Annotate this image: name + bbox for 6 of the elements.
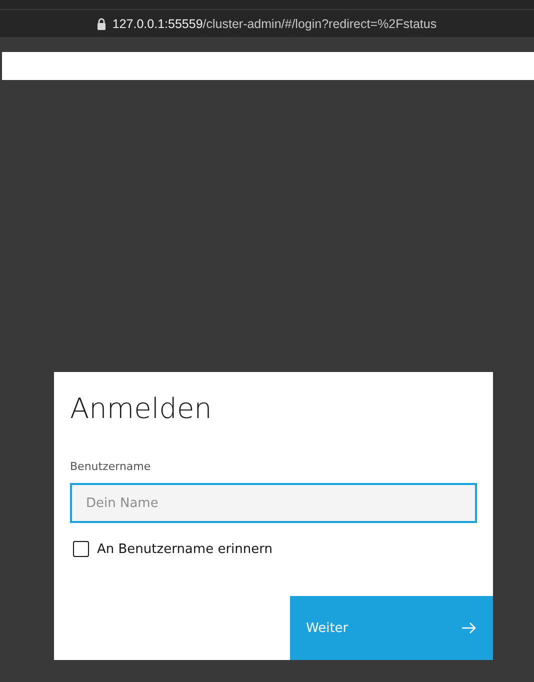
login-title: Anmelden [70, 391, 212, 427]
remember-checkbox[interactable] [73, 541, 89, 557]
remember-label: An Benutzername erinnern [97, 542, 272, 556]
arrow-right-icon [461, 622, 477, 634]
field-label: Benutzername [70, 460, 151, 473]
username-field[interactable]: Dein Name [70, 483, 477, 523]
